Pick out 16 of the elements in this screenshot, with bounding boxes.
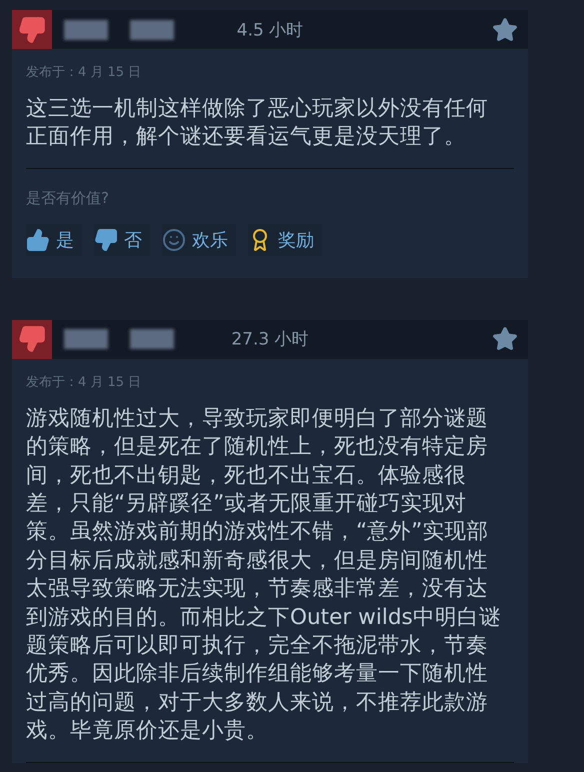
yes-button[interactable]: 是	[26, 224, 82, 256]
star-icon[interactable]	[492, 326, 518, 352]
posted-date: 发布于：4 月 15 日	[26, 374, 142, 391]
review-text: 这三选一机制这样做除了恶心玩家以外没有任何正面作用，解个谜还要看运气更是没天理了。	[26, 95, 489, 152]
posted-date: 发布于：4 月 15 日	[26, 64, 142, 81]
thumbs-down-icon	[94, 228, 118, 252]
thumbs-up-icon	[26, 228, 50, 252]
smiley-icon	[162, 228, 186, 252]
playtime: 27.3 小时	[231, 328, 309, 351]
funny-button[interactable]: 欢乐	[162, 224, 236, 256]
playtime: 4.5 小时	[236, 19, 304, 41]
no-button[interactable]: 否	[94, 224, 150, 256]
review-text: 游戏随机性过大，导致玩家即便明白了部分谜题的策略，但是死在了随机性上，死也没有特定房间，死也不出钥匙，死也不出宝石。体验感很差，只能“另辟蹊径”或者无限重开碰巧实现对策。虽然游戏前期的游戏性不错，“意外”实现部分目标后成就感和新奇感很大，但是房间随机性太强导致策略无法实现，节奏感非常差，没有达到游戏的目的。而相比之下Outer wilds中明白谜题策略后可以即可执行，完全不拖泥带水，节奏优秀。因此除非后续制作组能够考量一下随机性过高的问题，对于大多数人来说，不推荐此款游戏。毕竟原价还是小贵。	[26, 404, 502, 746]
helpful-prompt: 是否有价值?	[26, 188, 109, 208]
award-button[interactable]: 奖励	[248, 224, 322, 256]
star-icon[interactable]	[492, 16, 518, 42]
